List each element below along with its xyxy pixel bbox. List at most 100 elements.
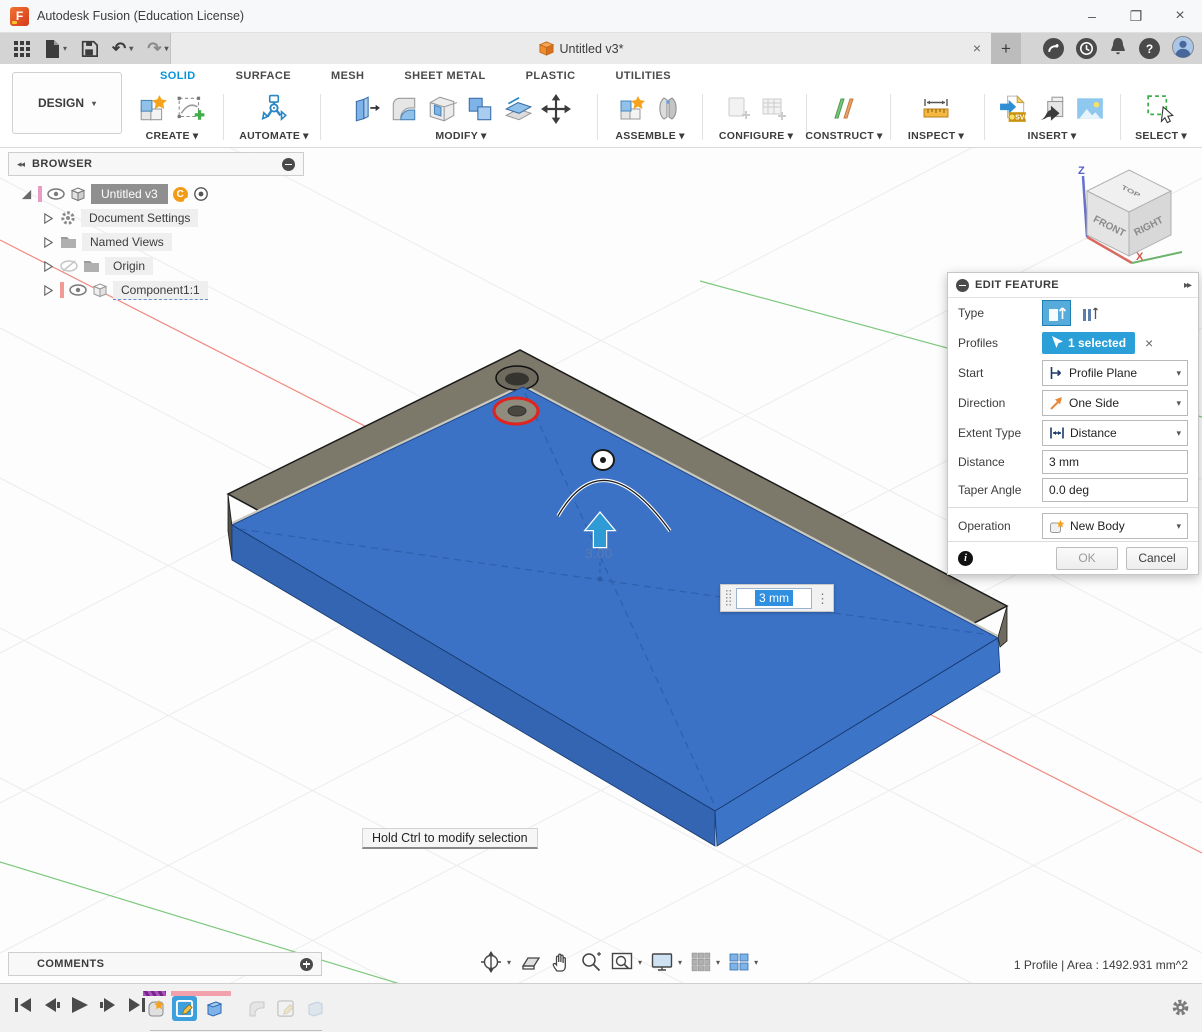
new-component-icon[interactable] [618, 95, 646, 123]
browser-row-label[interactable]: Component1:1 [113, 281, 208, 300]
timeline-extrude-feature-rolled[interactable] [302, 996, 327, 1021]
collapsed-arrow-icon[interactable] [42, 284, 55, 297]
move-copy-icon[interactable] [541, 94, 571, 124]
play-icon[interactable] [70, 996, 90, 1014]
tab-close-icon[interactable]: × [973, 40, 981, 56]
document-tab[interactable]: Untitled v3* × [170, 33, 992, 64]
timeline-settings-gear-icon[interactable] [1171, 998, 1190, 1020]
tab-solid[interactable]: SOLID [140, 70, 216, 88]
tab-plastic[interactable]: PLASTIC [506, 70, 596, 88]
job-status-icon[interactable] [1076, 38, 1097, 59]
select-icon[interactable] [1146, 94, 1176, 124]
joint-icon[interactable] [654, 95, 682, 123]
display-settings-button[interactable]: ▾ [651, 952, 682, 972]
browser-row-label[interactable]: Document Settings [81, 209, 198, 227]
collapse-circle-icon[interactable] [282, 158, 295, 171]
browser-row-document-settings[interactable]: Document Settings [8, 206, 304, 230]
notifications-bell-icon[interactable] [1109, 37, 1127, 60]
collapsed-arrow-icon[interactable] [42, 212, 55, 225]
automate-menu[interactable]: AUTOMATE▾ [239, 130, 309, 144]
configure-table-icon[interactable] [760, 95, 788, 123]
timeline-component-feature[interactable] [143, 996, 168, 1021]
insert-menu[interactable]: INSERT▾ [1028, 130, 1077, 144]
extrude-type-button[interactable] [1042, 300, 1071, 326]
maximize-button[interactable]: ❐ [1114, 0, 1158, 32]
start-dropdown[interactable]: Profile Plane ▾ [1042, 360, 1188, 386]
new-tab-button[interactable]: + [991, 33, 1021, 64]
browser-row-root[interactable]: Untitled v3 C [8, 182, 304, 206]
edit-feature-header[interactable]: EDIT FEATURE ▸▸ [948, 273, 1198, 298]
profile-avatar[interactable] [1172, 36, 1194, 61]
select-menu[interactable]: SELECT▾ [1135, 130, 1187, 144]
minimize-button[interactable]: – [1070, 0, 1114, 32]
dialog-dock-icon[interactable]: ▸▸ [1184, 280, 1190, 291]
construct-menu[interactable]: CONSTRUCT▾ [805, 130, 882, 144]
activate-radio-icon[interactable] [193, 186, 209, 202]
view-cube[interactable]: Z TOP FRONT RIGHT X [1070, 164, 1190, 268]
info-icon[interactable]: i [958, 551, 973, 566]
measure-icon[interactable] [921, 95, 951, 123]
visibility-off-eye-icon[interactable] [60, 260, 78, 272]
configure-menu[interactable]: CONFIGURE▾ [719, 130, 793, 144]
clear-selection-icon[interactable]: × [1145, 335, 1153, 351]
shell-icon[interactable] [427, 94, 457, 124]
distance-input[interactable]: 3 mm [1042, 450, 1188, 474]
timeline-sketch-feature[interactable] [172, 996, 197, 1021]
browser-header[interactable]: ◂◂ BROWSER [8, 152, 304, 176]
fit-button[interactable]: ▾ [611, 952, 642, 972]
new-solid-icon[interactable] [138, 94, 168, 124]
tab-mesh[interactable]: MESH [311, 70, 384, 88]
step-forward-icon[interactable] [99, 997, 118, 1013]
inspect-menu[interactable]: INSPECT▾ [908, 130, 964, 144]
help-icon[interactable]: ? [1139, 38, 1160, 59]
browser-row-label[interactable]: Origin [105, 257, 153, 275]
insert-svg-icon[interactable]: SVG [999, 94, 1029, 124]
inline-dimension-input[interactable]: 3 mm [736, 588, 812, 609]
browser-row-label[interactable]: Named Views [82, 233, 172, 251]
save-button[interactable] [81, 40, 98, 57]
dialog-collapse-icon[interactable] [956, 279, 969, 292]
step-back-icon[interactable] [42, 997, 61, 1013]
orbit-button[interactable]: ▾ [480, 951, 511, 973]
timeline-fillet-feature-rolled[interactable] [244, 996, 269, 1021]
configure-sheet-icon[interactable] [724, 95, 752, 123]
modify-menu[interactable]: MODIFY▾ [435, 130, 486, 144]
timeline-sketch-feature-rolled[interactable] [273, 996, 298, 1021]
direction-dropdown[interactable]: One Side ▾ [1042, 390, 1188, 416]
canvas-image-icon[interactable] [1075, 94, 1105, 124]
comments-panel[interactable]: COMMENTS [8, 952, 322, 976]
extensions-icon[interactable] [1043, 38, 1064, 59]
browser-row-named-views[interactable]: Named Views [8, 230, 304, 254]
browser-root-label[interactable]: Untitled v3 [91, 184, 168, 204]
collapsed-arrow-icon[interactable] [42, 236, 55, 249]
grid-snap-button[interactable]: ▾ [691, 952, 720, 972]
pan-button[interactable] [551, 951, 571, 973]
taper-angle-input[interactable]: 0.0 deg [1042, 478, 1188, 502]
add-comment-icon[interactable] [300, 958, 313, 971]
app-grid-icon[interactable] [14, 41, 30, 57]
drag-handle[interactable] [725, 589, 732, 607]
tab-utilities[interactable]: UTILITIES [595, 70, 691, 88]
profiles-selected-chip[interactable]: 1 selected [1042, 332, 1135, 354]
offset-face-icon[interactable] [503, 94, 533, 124]
selected-circle-profile[interactable] [494, 398, 538, 424]
tab-sheet-metal[interactable]: SHEET METAL [384, 70, 505, 88]
go-to-start-icon[interactable] [14, 997, 33, 1013]
look-at-button[interactable] [520, 952, 542, 972]
browser-row-origin[interactable]: Origin [8, 254, 304, 278]
viewports-button[interactable]: ▾ [729, 953, 758, 971]
cancel-button[interactable]: Cancel [1126, 547, 1188, 570]
construct-plane-icon[interactable] [830, 95, 858, 123]
operation-dropdown[interactable]: New Body ▾ [1042, 513, 1188, 539]
viewport-canvas[interactable]: 3.00 ◂◂ BROWSER Untitled v3 C [0, 148, 1202, 983]
assemble-menu[interactable]: ASSEMBLE▾ [615, 130, 684, 144]
browser-row-component1[interactable]: Component1:1 [8, 278, 304, 302]
collapsed-arrow-icon[interactable] [42, 260, 55, 273]
close-button[interactable]: × [1158, 0, 1202, 32]
create-sketch-icon[interactable] [176, 94, 206, 124]
undo-button[interactable]: ↶▾ [112, 39, 133, 59]
file-menu-button[interactable]: ▾ [44, 40, 67, 58]
redo-button[interactable]: ↷▾ [147, 39, 168, 59]
extent-type-dropdown[interactable]: Distance ▾ [1042, 420, 1188, 446]
more-options-kebab-icon[interactable]: ⋮ [816, 594, 829, 603]
